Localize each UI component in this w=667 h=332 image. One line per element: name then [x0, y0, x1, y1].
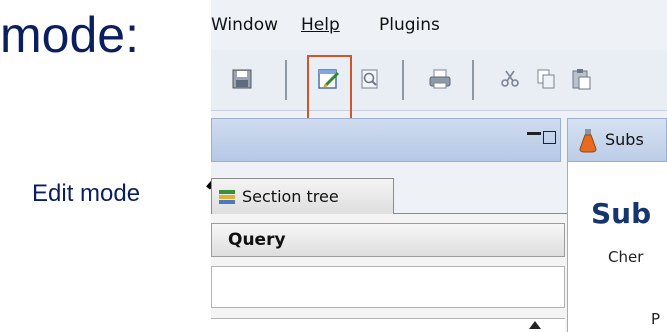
- save-icon[interactable]: [227, 64, 257, 94]
- paste-icon[interactable]: [566, 64, 596, 94]
- right-panel-tab-label: Subs: [605, 130, 644, 149]
- app-screenshot: Window Help Plugins Section tree Query S…: [211, 0, 667, 332]
- tab-section-tree-label: Section tree: [242, 187, 339, 206]
- toolbar-separator: [402, 60, 404, 100]
- toolbar-separator: [472, 60, 474, 100]
- query-header-label: Query: [228, 230, 286, 250]
- toolbar-separator: [285, 60, 287, 100]
- flask-icon: [579, 129, 597, 153]
- menu-bar: Window Help Plugins: [211, 0, 667, 51]
- menu-help[interactable]: Help: [301, 15, 340, 35]
- minimize-icon[interactable]: [527, 132, 541, 135]
- query-input[interactable]: [211, 266, 565, 308]
- query-column-header[interactable]: Query: [211, 223, 565, 257]
- toolbar: [211, 50, 667, 111]
- tab-section-tree[interactable]: Section tree: [211, 178, 394, 214]
- scroll-up-icon[interactable]: [529, 321, 541, 329]
- menu-help-label: Help: [301, 15, 340, 35]
- preview-icon[interactable]: [355, 64, 385, 94]
- right-panel-tab[interactable]: Subs: [567, 118, 667, 162]
- cut-icon[interactable]: [495, 64, 525, 94]
- maximize-icon[interactable]: [543, 131, 556, 144]
- tree-row: [211, 318, 565, 332]
- right-panel-body: Sub Cher P: [567, 162, 667, 332]
- substance-fragment: P: [651, 310, 661, 328]
- section-tree-icon: [219, 190, 235, 204]
- left-panel-header: [211, 118, 561, 162]
- menu-window[interactable]: Window: [211, 15, 278, 35]
- substance-subtitle: Cher: [608, 248, 644, 266]
- copy-icon[interactable]: [531, 64, 561, 94]
- substance-title: Sub: [591, 197, 652, 230]
- print-icon[interactable]: [425, 64, 455, 94]
- menu-plugins[interactable]: Plugins: [379, 15, 440, 35]
